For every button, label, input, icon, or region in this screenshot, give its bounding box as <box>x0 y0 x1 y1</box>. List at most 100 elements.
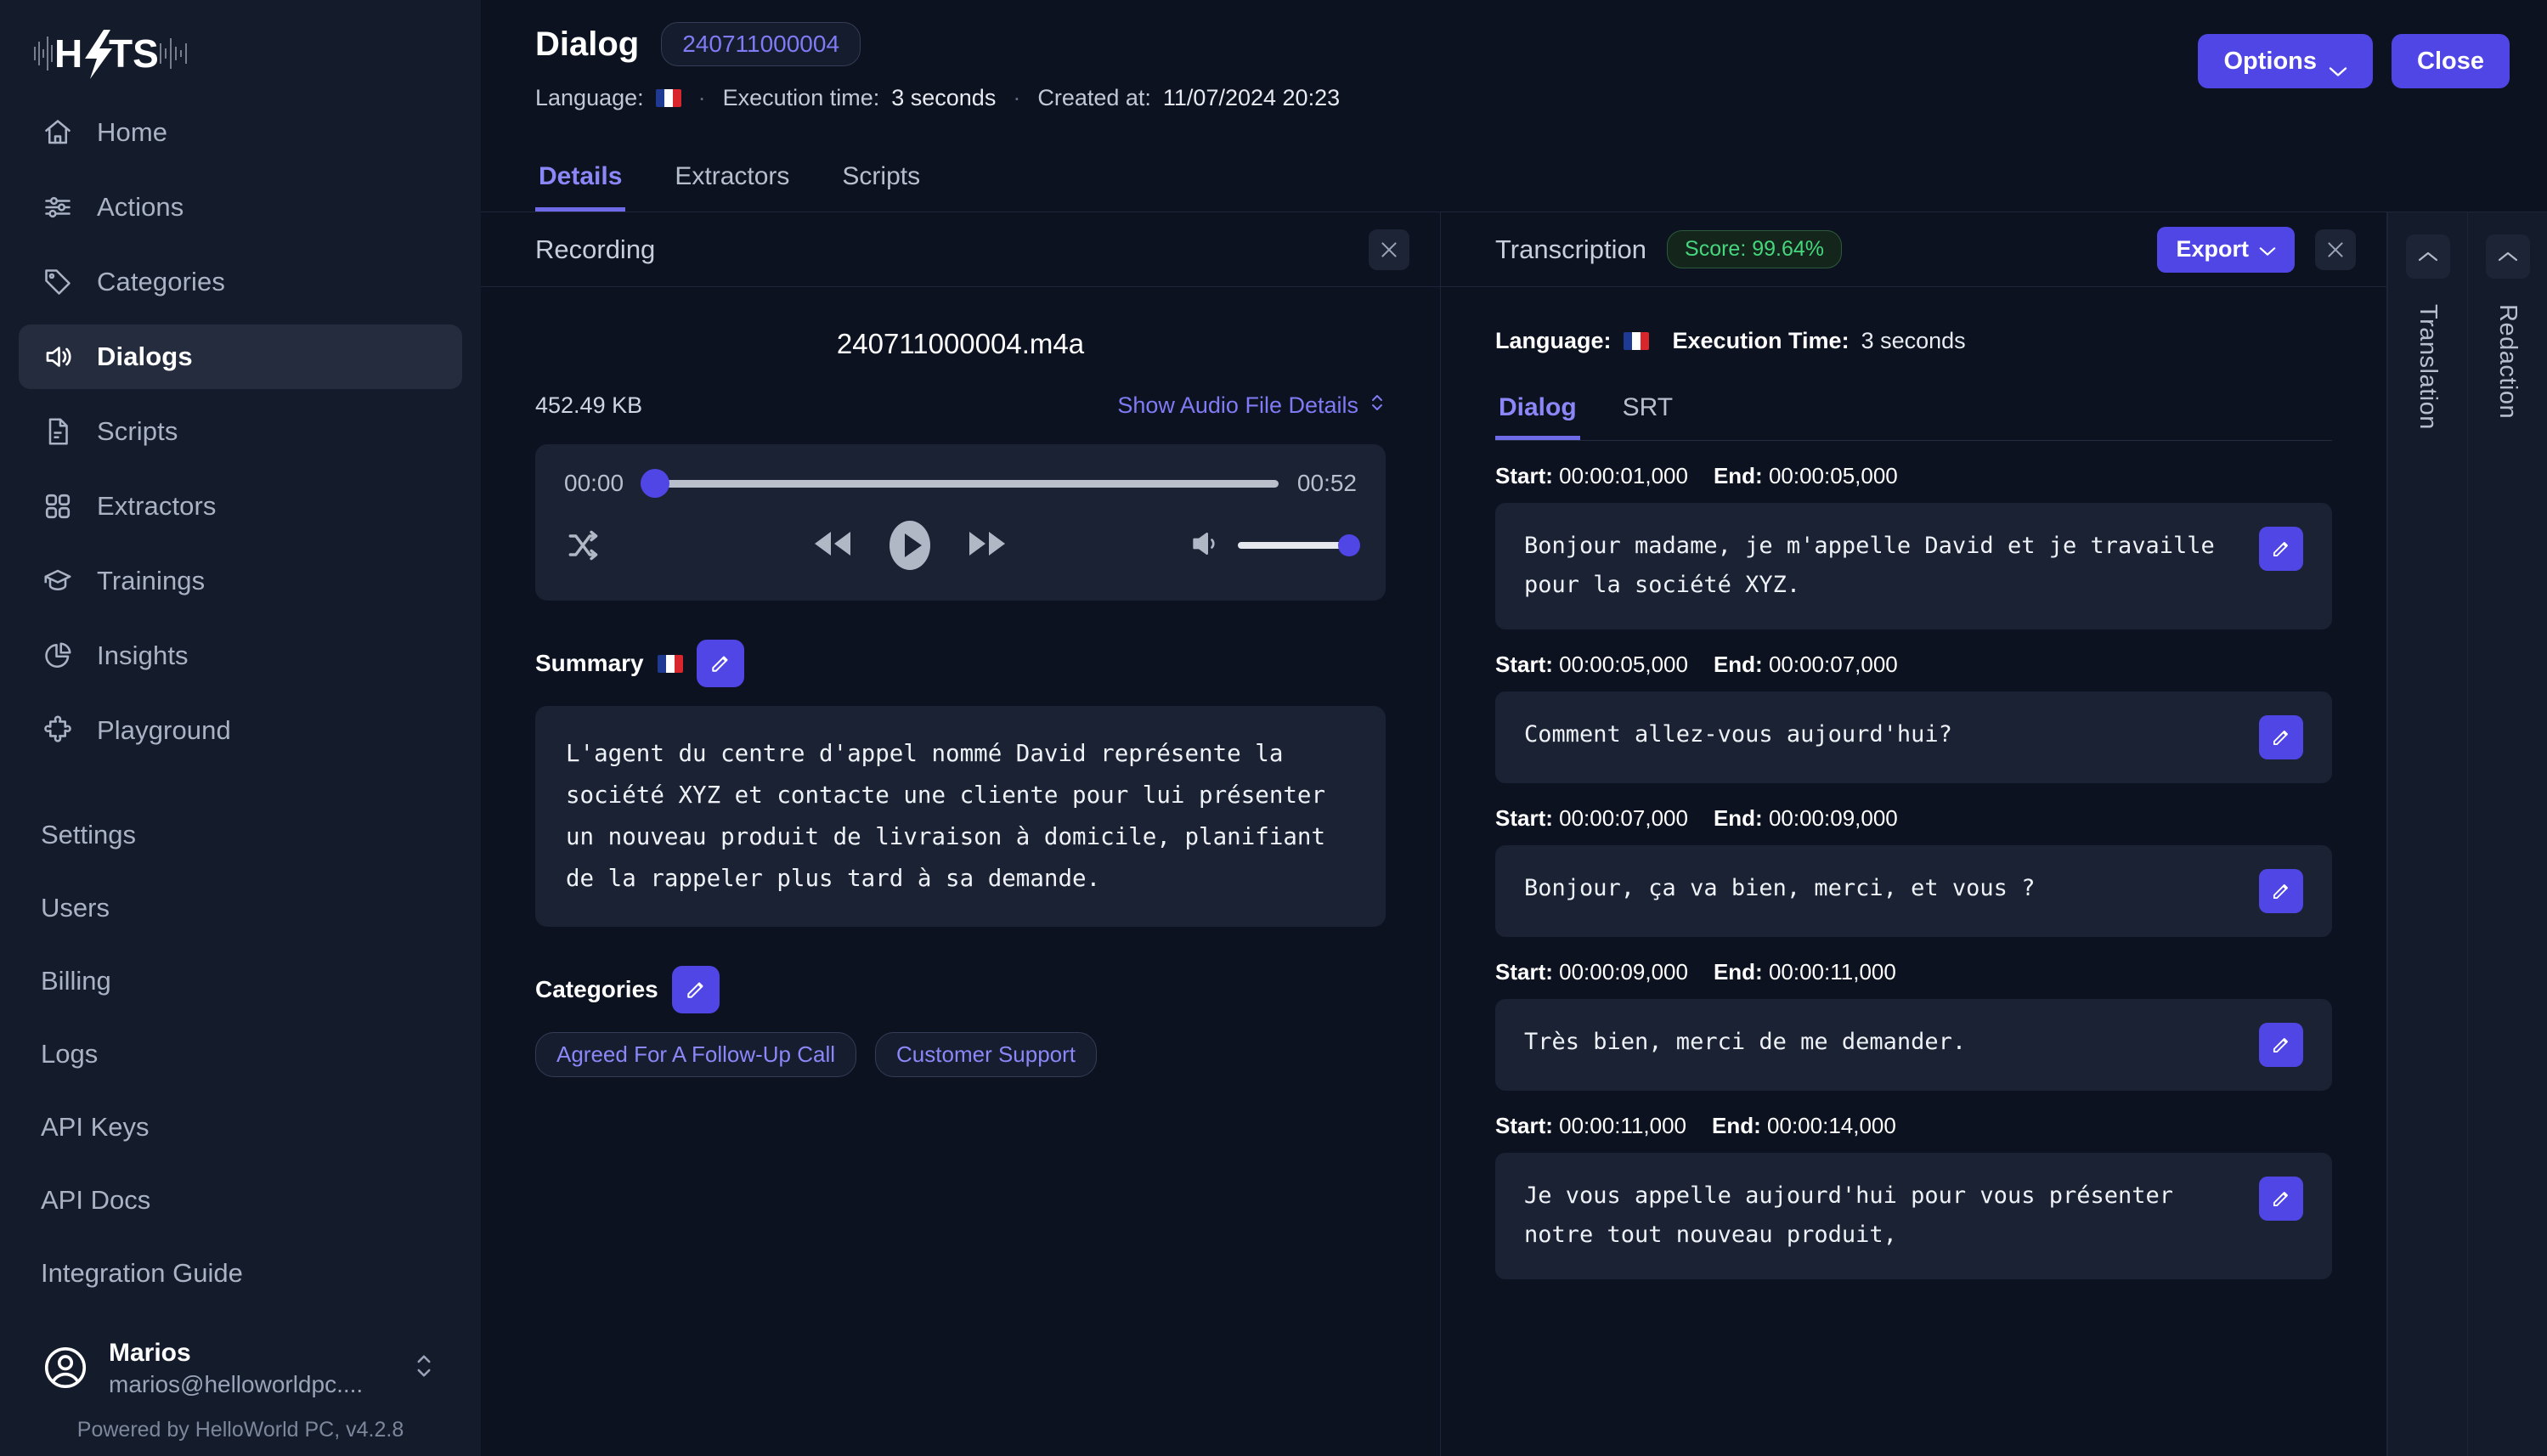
tab-details[interactable]: Details <box>535 146 626 212</box>
sidebar-item-label: Extractors <box>97 491 217 521</box>
rail-translation[interactable]: Translation <box>2387 212 2467 1456</box>
volume-icon[interactable] <box>1189 527 1223 565</box>
start-label: Start: <box>1495 463 1553 488</box>
end-label: End: <box>1713 804 1763 831</box>
entry-text: Bonjour madame, je m'appelle David et je… <box>1524 533 2215 599</box>
chevron-up-icon[interactable] <box>2405 234 2450 279</box>
edit-entry-button[interactable] <box>2259 714 2303 759</box>
rewind-button[interactable] <box>810 528 855 563</box>
sidebar-item-categories[interactable]: Categories <box>19 250 462 314</box>
language-label: Language: <box>1495 328 1612 353</box>
tab-extractors[interactable]: Extractors <box>671 146 793 212</box>
options-button[interactable]: Options <box>2198 34 2374 88</box>
rail-redaction[interactable]: Redaction <box>2467 212 2547 1456</box>
entry-bubble: Très bien, merci de me demander. <box>1495 998 2332 1091</box>
edit-entry-button[interactable] <box>2259 868 2303 913</box>
list-item: Start: 00:00:11,000 End: 00:00:14,000 Je… <box>1495 1113 2332 1279</box>
shuffle-button[interactable] <box>564 527 717 564</box>
transcription-panel: Transcription Score: 99.64% Export Langu… <box>1441 212 2387 1456</box>
start-time: Start: 00:00:01,000 <box>1495 463 1688 489</box>
sidebar-item-scripts[interactable]: Scripts <box>19 399 462 464</box>
created-at-label: Created at: <box>1037 85 1151 110</box>
end-time: End: 00:00:07,000 <box>1714 652 1898 678</box>
options-button-label: Options <box>2223 47 2318 75</box>
entry-timestamps: Start: 00:00:01,000 End: 00:00:05,000 <box>1495 463 2332 489</box>
entry-bubble: Comment allez-vous aujourd'hui? <box>1495 691 2332 783</box>
edit-entry-button[interactable] <box>2259 1176 2303 1221</box>
close-transcription-panel-button[interactable] <box>2315 229 2356 270</box>
sidebar-item-integration-guide[interactable]: Integration Guide <box>19 1237 462 1310</box>
sidebar-item-api-keys[interactable]: API Keys <box>19 1091 462 1164</box>
rail-redaction-label: Redaction <box>2494 304 2522 420</box>
seek-handle[interactable] <box>641 469 670 498</box>
volume-handle[interactable] <box>1338 534 1360 556</box>
svg-text:TS: TS <box>109 31 159 76</box>
volume-slider[interactable] <box>1238 534 1360 556</box>
sidebar-item-label: Trainings <box>97 566 206 595</box>
document-icon <box>41 415 75 449</box>
chevron-up-icon[interactable] <box>2485 234 2530 279</box>
sidebar-item-billing[interactable]: Billing <box>19 945 462 1018</box>
app-root: H TS Home Actions Categories Dialogs Scr… <box>0 0 2547 1456</box>
tag-icon <box>41 265 75 299</box>
end-label: End: <box>1713 463 1763 488</box>
sidebar-item-extractors[interactable]: Extractors <box>19 474 462 539</box>
puzzle-icon <box>41 714 75 748</box>
speaker-icon <box>41 340 75 374</box>
created-at-value: 11/07/2024 20:23 <box>1162 85 1341 110</box>
page-title: Dialog <box>535 25 640 63</box>
export-button[interactable]: Export <box>2157 226 2295 273</box>
sidebar-item-label: Actions <box>97 192 184 222</box>
tab-dialog[interactable]: Dialog <box>1495 380 1580 440</box>
user-email: marios@helloworldpc.... <box>109 1370 364 1397</box>
edit-categories-button[interactable] <box>671 965 720 1013</box>
sidebar-item-insights[interactable]: Insights <box>19 624 462 688</box>
sidebar-item-home[interactable]: Home <box>19 100 462 165</box>
play-button[interactable] <box>884 519 936 572</box>
sidebar-item-settings[interactable]: Settings <box>19 799 462 872</box>
sidebar-item-label: Insights <box>97 641 189 670</box>
sidebar-item-label: Categories <box>97 267 225 296</box>
edit-summary-button[interactable] <box>696 640 744 687</box>
sidebar-item-trainings[interactable]: Trainings <box>19 549 462 613</box>
seek-slider[interactable] <box>641 469 1279 498</box>
categories-label: Categories <box>535 975 658 1002</box>
sidebar-item-actions[interactable]: Actions <box>19 175 462 240</box>
user-meta: Marios marios@helloworldpc.... <box>109 1337 392 1399</box>
edit-entry-button[interactable] <box>2259 527 2303 571</box>
transcription-meta: Language: Execution Time: 3 seconds <box>1495 328 2332 354</box>
progress-row: 00:00 00:52 <box>564 469 1357 498</box>
start-label: Start: <box>1495 804 1553 831</box>
end-value: 00:00:11,000 <box>1768 958 1896 985</box>
entry-text: Bonjour, ça va bien, merci, et vous ? <box>1524 874 2036 901</box>
close-recording-panel-button[interactable] <box>1369 229 1409 270</box>
rail-translation-label: Translation <box>2414 304 2442 430</box>
sidebar-item-label: Scripts <box>97 416 178 446</box>
tab-srt[interactable]: SRT <box>1619 380 1676 440</box>
total-time: 00:52 <box>1296 470 1357 496</box>
end-time: End: 00:00:11,000 <box>1714 959 1896 985</box>
right-rails: Translation Redaction <box>2387 212 2547 1456</box>
edit-entry-button[interactable] <box>2259 1022 2303 1067</box>
sidebar-item-label: Dialogs <box>97 341 193 371</box>
app-logo[interactable]: H TS <box>0 0 481 100</box>
volume-controls <box>1102 527 1360 565</box>
execution-time-value: 3 seconds <box>891 85 997 110</box>
start-value: 00:00:07,000 <box>1559 804 1688 831</box>
sidebar-item-logs[interactable]: Logs <box>19 1018 462 1091</box>
tab-scripts[interactable]: Scripts <box>839 146 923 212</box>
start-label: Start: <box>1495 651 1553 677</box>
category-chip[interactable]: Customer Support <box>875 1031 1098 1077</box>
category-chip[interactable]: Agreed For A Follow-Up Call <box>535 1031 857 1077</box>
sidebar-item-users[interactable]: Users <box>19 872 462 945</box>
dialog-id-badge[interactable]: 240711000004 <box>661 22 861 66</box>
sidebar-item-dialogs[interactable]: Dialogs <box>19 324 462 389</box>
list-item: Start: 00:00:05,000 End: 00:00:07,000 Co… <box>1495 652 2332 783</box>
sidebar-item-api-docs[interactable]: API Docs <box>19 1164 462 1237</box>
show-audio-file-details-toggle[interactable]: Show Audio File Details <box>1117 391 1386 420</box>
transcription-panel-header: Transcription Score: 99.64% Export <box>1441 212 2386 287</box>
close-button[interactable]: Close <box>2392 34 2510 88</box>
fast-forward-button[interactable] <box>965 528 1009 563</box>
recording-panel-title: Recording <box>535 234 656 264</box>
sidebar-item-playground[interactable]: Playground <box>19 698 462 763</box>
